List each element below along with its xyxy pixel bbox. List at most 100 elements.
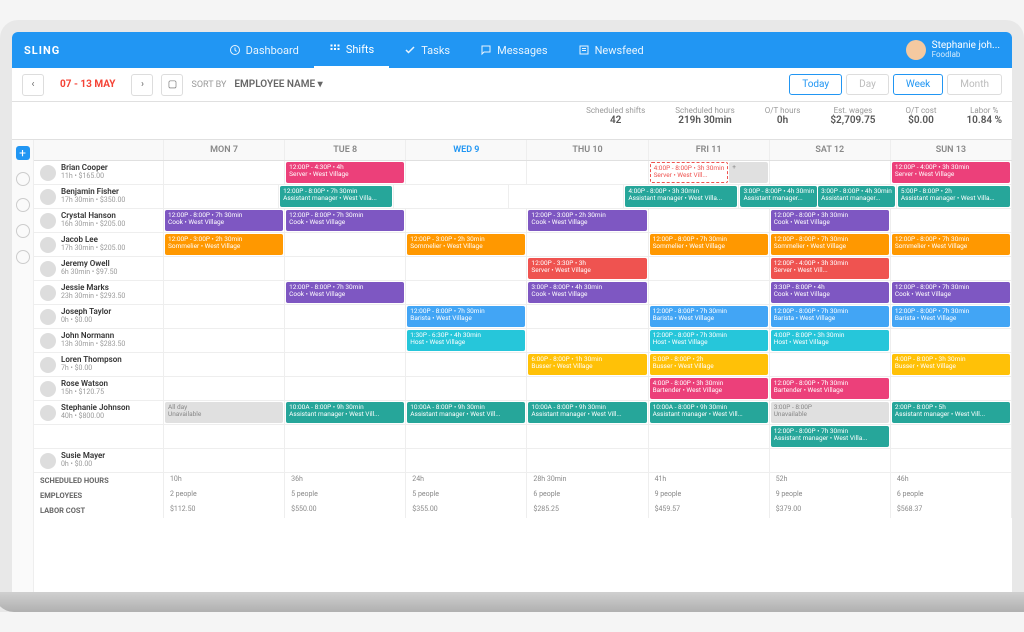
schedule-cell[interactable] [285,257,406,280]
schedule-cell[interactable] [164,329,285,352]
sidebar-icon-4[interactable] [16,250,30,264]
schedule-cell[interactable] [527,425,648,448]
schedule-cell[interactable]: 12:00P - 8:00P • 7h 30minSommelier • Wes… [649,233,770,256]
employee-cell[interactable]: Rose Watson15h • $120.75 [34,377,164,400]
schedule-cell[interactable]: 12:00P - 8:00P • 7h 30minAssistant manag… [770,425,891,448]
schedule-cell[interactable] [285,425,406,448]
schedule-cell[interactable] [164,377,285,400]
schedule-cell[interactable] [891,329,1012,352]
sidebar-icon-2[interactable] [16,198,30,212]
schedule-cell[interactable] [527,305,648,328]
schedule-cell[interactable] [285,233,406,256]
employee-cell[interactable]: Crystal Hanson16h 30min • $205.00 [34,209,164,232]
shift-block[interactable]: 3:00P - 8:00P • 4h 30minCook • West Vill… [528,282,646,303]
shift-block[interactable]: 12:00P - 8:00P • 7h 30minCook • West Vil… [892,282,1010,303]
shift-block[interactable]: 12:00P - 8:00P • 7h 30minCook • West Vil… [286,210,404,231]
schedule-cell[interactable] [891,449,1012,472]
shift-block[interactable]: 3:00P - 8:00PUnavailable [771,402,889,423]
day-header[interactable]: SAT 12 [770,140,891,160]
schedule-cell[interactable] [509,185,624,208]
shift-block[interactable]: 12:00P - 4:00P • 3h 30minServer • West V… [892,162,1010,183]
schedule-cell[interactable] [891,209,1012,232]
schedule-cell[interactable] [527,329,648,352]
day-button[interactable]: Day [846,74,889,95]
shift-block[interactable]: 12:00P - 8:00P • 7h 30minBartender • Wes… [771,378,889,399]
schedule-cell[interactable]: 4:00P - 8:00P • 3h 30minAssistant manage… [624,185,739,208]
schedule-cell[interactable]: 12:00P - 8:00P • 7h 30minCook • West Vil… [891,281,1012,304]
day-header[interactable]: WED 9 [406,140,527,160]
schedule-cell[interactable] [164,257,285,280]
schedule-cell[interactable]: 12:00P - 8:00P • 7h 30minCook • West Vil… [164,209,285,232]
schedule-cell[interactable]: 12:00P - 3:00P • 2h 30minSommelier • Wes… [406,233,527,256]
schedule-cell[interactable]: 12:00P - 3:00P • 2h 30minCook • West Vil… [527,209,648,232]
schedule-cell[interactable]: 4:00P - 8:00P • 3h 30minServer • West Vi… [649,161,770,184]
shift-block[interactable]: 12:00P - 8:00P • 7h 30minHost • West Vil… [650,330,768,351]
prev-week-button[interactable]: ‹ [22,74,44,96]
shift-block[interactable]: 12:00P - 4:00P • 3h 30minServer • West V… [771,258,889,279]
schedule-cell[interactable] [406,281,527,304]
schedule-cell[interactable] [527,449,648,472]
schedule-cell[interactable]: 6:00P - 8:00P • 1h 30minBusser • West Vi… [527,353,648,376]
day-header[interactable]: TUE 8 [285,140,406,160]
schedule-cell[interactable] [770,449,891,472]
nav-shifts[interactable]: Shifts [314,32,389,68]
schedule-cell[interactable] [406,161,527,184]
schedule-cell[interactable] [527,233,648,256]
shift-block[interactable]: 12:00P - 3:00P • 2h 30minSommelier • Wes… [165,234,283,255]
schedule-cell[interactable]: 3:00P - 8:00P • 4h 30minCook • West Vill… [527,281,648,304]
schedule-cell[interactable] [770,161,891,184]
schedule-cell[interactable]: 12:00P - 8:00P • 7h 30minBartender • Wes… [770,377,891,400]
shift-block[interactable]: 10:00A - 8:00P • 9h 30minAssistant manag… [528,402,646,423]
shift-block[interactable]: 12:00P - 8:00P • 7h 30minBarista • West … [650,306,768,327]
shift-block[interactable]: 12:00P - 8:00P • 7h 30minCook • West Vil… [165,210,283,231]
schedule-cell[interactable] [164,281,285,304]
schedule-cell[interactable] [649,449,770,472]
shift-block[interactable]: 12:00P - 8:00P • 7h 30minSommelier • Wes… [892,234,1010,255]
employee-cell[interactable]: Stephanie Johnson40h • $800.00 [34,401,164,424]
employee-cell[interactable]: John Normann13h 30min • $283.50 [34,329,164,352]
nav-newsfeed[interactable]: Newsfeed [563,32,659,68]
schedule-cell[interactable] [891,377,1012,400]
schedule-cell[interactable]: 12:00P - 8:00P • 7h 30minSommelier • Wes… [770,233,891,256]
schedule-cell[interactable]: 12:00P - 4:00P • 3h 30minServer • West V… [891,161,1012,184]
sidebar-icon-3[interactable] [16,224,30,238]
shift-block[interactable]: 4:00P - 8:00P • 3h 30minAssistant manage… [625,186,737,207]
schedule-cell[interactable] [406,449,527,472]
schedule-cell[interactable]: 12:00P - 8:00P • 7h 30minCook • West Vil… [285,209,406,232]
schedule-cell[interactable] [891,257,1012,280]
schedule-cell[interactable] [394,185,509,208]
schedule-cell[interactable] [770,353,891,376]
schedule-cell[interactable] [891,425,1012,448]
day-header[interactable]: SUN 13 [891,140,1012,160]
schedule-cell[interactable]: 3:30P - 8:00P • 4hCook • West Village [770,281,891,304]
schedule-cell[interactable] [649,425,770,448]
next-week-button[interactable]: › [131,74,153,96]
nav-messages[interactable]: Messages [465,32,562,68]
schedule-cell[interactable]: 5:00P - 8:00P • 2hAssistant manager • We… [897,185,1012,208]
schedule-cell[interactable] [649,281,770,304]
schedule-cell[interactable] [164,425,285,448]
schedule-cell[interactable]: 4:00P - 8:00P • 3h 30minHost • West Vill… [770,329,891,352]
schedule-cell[interactable]: 12:00P - 4:30P • 4hServer • West Village [285,161,406,184]
shift-block[interactable]: 12:00P - 8:00P • 7h 30minBarista • West … [771,306,889,327]
schedule-cell[interactable]: 1:30P - 6:30P • 4h 30minHost • West Vill… [406,329,527,352]
schedule-cell[interactable]: 10:00A - 8:00P • 9h 30minAssistant manag… [649,401,770,424]
shift-block[interactable]: 1:30P - 6:30P • 4h 30minHost • West Vill… [407,330,525,351]
employee-cell[interactable] [34,425,164,448]
schedule-cell[interactable] [285,329,406,352]
employee-cell[interactable]: Susie Mayer0h • $0.00 [34,449,164,472]
schedule-cell[interactable] [164,185,279,208]
schedule-cell[interactable] [406,209,527,232]
shift-block[interactable]: 5:00P - 8:00P • 2hBusser • West Village [650,354,768,375]
shift-block[interactable]: 12:00P - 8:00P • 7h 30minAssistant manag… [280,186,392,207]
shift-block[interactable]: 4:00P - 8:00P • 3h 30minHost • West Vill… [771,330,889,351]
employee-cell[interactable]: Jacob Lee17h 30min • $205.00 [34,233,164,256]
shift-block[interactable]: 4:00P - 8:00P • 3h 30minBartender • West… [650,378,768,399]
sort-dropdown[interactable]: EMPLOYEE NAME ▾ [234,79,322,90]
schedule-cell[interactable]: 4:00P - 8:00P • 3h 30minBartender • West… [649,377,770,400]
schedule-cell[interactable]: 12:00P - 8:00P • 7h 30minSommelier • Wes… [891,233,1012,256]
schedule-cell[interactable] [649,209,770,232]
schedule-cell[interactable]: 3:00P - 8:00P • 4h 30minAssistant manage… [739,185,896,208]
nav-tasks[interactable]: Tasks [389,32,465,68]
schedule-cell[interactable] [285,377,406,400]
